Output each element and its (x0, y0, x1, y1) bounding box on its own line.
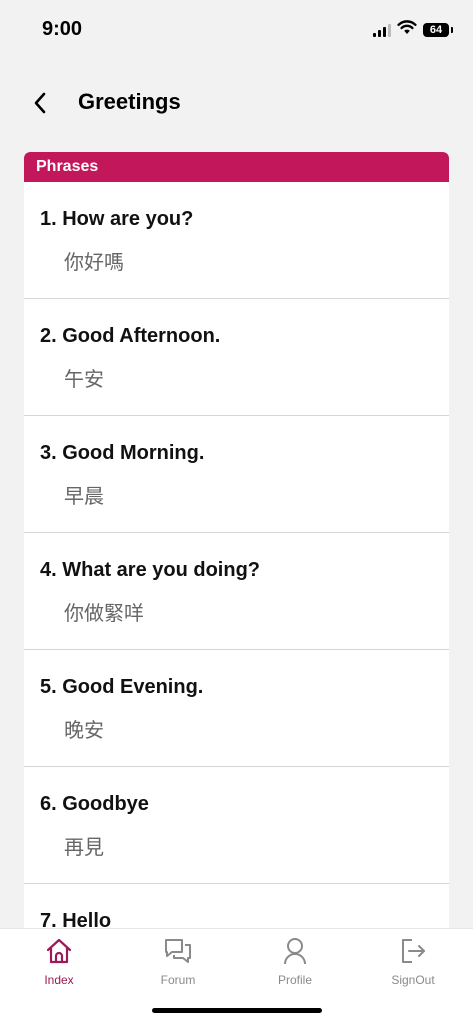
status-bar: 9:00 64 (0, 0, 473, 60)
status-time: 9:00 (42, 18, 83, 40)
phrase-item[interactable]: 2. Good Afternoon. 午安 (24, 299, 449, 416)
person-icon (281, 937, 309, 965)
phrase-item[interactable]: 4. What are you doing? 你做緊咩 (24, 533, 449, 650)
header: Greetings (0, 75, 473, 131)
status-icons: 64 (373, 20, 453, 40)
phrase-english: 5. Good Evening. (40, 676, 204, 698)
cellular-signal-icon (373, 23, 391, 37)
home-indicator (152, 1008, 322, 1013)
wifi-icon (397, 20, 417, 40)
page-title: Greetings (78, 89, 181, 114)
phrase-chinese: 早晨 (64, 484, 104, 508)
signout-icon (399, 937, 427, 965)
phrase-chinese: 你做緊咩 (64, 601, 144, 625)
home-icon (45, 937, 73, 965)
chevron-left-icon (34, 92, 46, 114)
phrase-english: 3. Good Morning. (40, 442, 205, 464)
phrase-english: 4. What are you doing? (40, 559, 261, 581)
tab-label: Profile (277, 973, 312, 987)
phrase-list: 1. How are you? 你好嗎 2. Good Afternoon. 午… (24, 182, 449, 942)
phrase-english: 2. Good Afternoon. (40, 325, 221, 347)
chat-icon (164, 937, 192, 965)
card-header: Phrases (24, 152, 449, 182)
phrase-item[interactable]: 6. Goodbye 再見 (24, 767, 449, 884)
tab-profile[interactable]: Profile (255, 937, 335, 993)
tab-label: Index (44, 973, 74, 987)
tab-index[interactable]: Index (19, 937, 99, 993)
phrase-item[interactable]: 3. Good Morning. 早晨 (24, 416, 449, 533)
back-button[interactable] (26, 87, 54, 119)
phrases-card: Phrases 1. How are you? 你好嗎 2. Good Afte… (24, 152, 449, 942)
phrase-chinese: 你好嗎 (64, 250, 124, 274)
battery-icon: 64 (423, 23, 453, 37)
phrase-chinese: 午安 (64, 367, 104, 391)
tab-label: SignOut (391, 973, 435, 987)
phrase-chinese: 晚安 (64, 718, 104, 742)
tab-label: Forum (160, 973, 196, 987)
tab-signout[interactable]: SignOut (373, 937, 453, 993)
phrase-english: 6. Goodbye (40, 793, 149, 815)
phrase-chinese: 再見 (64, 835, 104, 859)
phrase-item[interactable]: 5. Good Evening. 晚安 (24, 650, 449, 767)
phrase-item[interactable]: 1. How are you? 你好嗎 (24, 182, 449, 299)
tab-forum[interactable]: Forum (138, 937, 218, 993)
phrase-english: 1. How are you? (40, 208, 194, 230)
